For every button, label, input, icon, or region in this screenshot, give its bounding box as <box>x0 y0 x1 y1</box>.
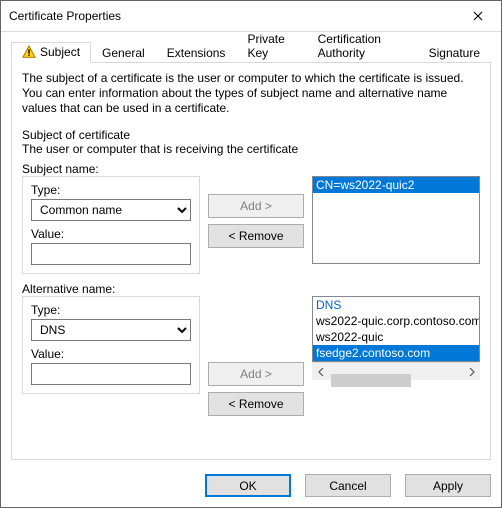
subject-section-title: Subject of certificate <box>22 128 480 142</box>
subject-add-button[interactable]: Add > <box>208 194 304 218</box>
alt-name-buttons: Add > < Remove <box>208 296 304 416</box>
subject-name-group: Type: Common name Value: <box>22 176 200 274</box>
tab-general[interactable]: General <box>91 43 156 63</box>
window-title: Certificate Properties <box>9 9 455 23</box>
tab-extensions[interactable]: Extensions <box>156 43 237 63</box>
tab-certification-authority[interactable]: Certification Authority <box>307 29 418 63</box>
chevron-right-icon <box>469 368 475 376</box>
alternative-name-group: Type: DNS Value: <box>22 296 200 394</box>
list-category: DNS <box>313 297 479 313</box>
subject-name-heading: Subject name: <box>22 162 480 176</box>
dialog-footer: OK Cancel Apply <box>1 466 501 507</box>
horizontal-scrollbar[interactable] <box>312 362 480 380</box>
subject-name-section: Type: Common name Value: Add > < Remove … <box>22 176 480 274</box>
warning-icon <box>22 45 36 59</box>
alt-add-button[interactable]: Add > <box>208 362 304 386</box>
certificate-properties-window: Certificate Properties Subject General E… <box>0 0 502 508</box>
alternative-name-section: Type: DNS Value: Add > < Remove DNS ws20… <box>22 296 480 443</box>
list-item[interactable]: ws2022-quic.corp.contoso.com <box>313 313 479 329</box>
close-icon <box>473 11 483 21</box>
tab-signature[interactable]: Signature <box>418 43 491 63</box>
titlebar: Certificate Properties <box>1 1 501 32</box>
cancel-button[interactable]: Cancel <box>305 474 391 497</box>
alt-value-input[interactable] <box>31 363 191 385</box>
subject-name-buttons: Add > < Remove <box>208 176 304 248</box>
scroll-thumb[interactable] <box>331 374 411 387</box>
dialog-body: Subject General Extensions Private Key C… <box>1 32 501 466</box>
tab-private-key[interactable]: Private Key <box>236 29 306 63</box>
alt-type-label: Type: <box>31 303 191 317</box>
alt-type-select[interactable]: DNS <box>31 319 191 341</box>
ok-button[interactable]: OK <box>205 474 291 497</box>
subject-value-label: Value: <box>31 227 191 241</box>
subject-type-label: Type: <box>31 183 191 197</box>
tab-strip: Subject General Extensions Private Key C… <box>11 40 491 62</box>
alt-remove-button[interactable]: < Remove <box>208 392 304 416</box>
chevron-left-icon <box>318 368 324 376</box>
list-item[interactable]: ws2022-quic <box>313 329 479 345</box>
scroll-right-button[interactable] <box>463 363 480 380</box>
tab-subject[interactable]: Subject <box>11 42 91 63</box>
list-item[interactable]: CN=ws2022-quic2 <box>313 177 479 193</box>
alt-value-label: Value: <box>31 347 191 361</box>
subject-remove-button[interactable]: < Remove <box>208 224 304 248</box>
close-button[interactable] <box>455 1 501 31</box>
tab-subject-label: Subject <box>40 45 80 59</box>
scroll-left-button[interactable] <box>312 363 329 380</box>
list-item[interactable]: fsedge2.contoso.com <box>313 345 479 361</box>
intro-text: The subject of a certificate is the user… <box>22 71 480 116</box>
subject-value-input[interactable] <box>31 243 191 265</box>
subject-name-listbox[interactable]: CN=ws2022-quic2 <box>312 176 480 264</box>
tab-panel-subject: The subject of a certificate is the user… <box>11 62 491 460</box>
alternative-name-listbox[interactable]: DNS ws2022-quic.corp.contoso.com ws2022-… <box>312 296 480 362</box>
alternative-name-heading: Alternative name: <box>22 282 480 296</box>
subject-section-subtitle: The user or computer that is receiving t… <box>22 142 480 156</box>
subject-type-select[interactable]: Common name <box>31 199 191 221</box>
apply-button[interactable]: Apply <box>405 474 491 497</box>
